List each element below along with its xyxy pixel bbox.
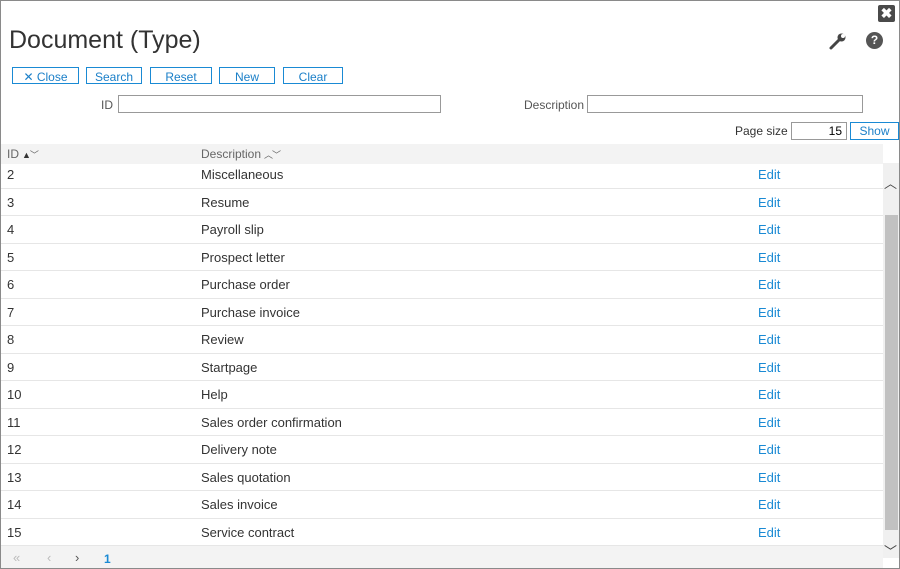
- id-filter-label: ID: [101, 98, 113, 112]
- cell-description: Miscellaneous: [201, 167, 284, 182]
- page-number-current[interactable]: 1: [104, 552, 111, 566]
- table-row: 5 Prospect letter Edit: [1, 244, 883, 271]
- cell-id: 2: [7, 167, 15, 182]
- close-button-label: Close: [36, 70, 68, 84]
- cell-description: Delivery note: [201, 442, 277, 457]
- scrollbar-thumb[interactable]: [885, 215, 898, 530]
- cell-id: 8: [7, 332, 15, 347]
- edit-link[interactable]: Edit: [758, 360, 780, 375]
- edit-link[interactable]: Edit: [758, 387, 780, 402]
- chevron-down-icon[interactable]: ﹀: [884, 541, 897, 560]
- first-page-icon[interactable]: «: [13, 550, 20, 565]
- edit-link[interactable]: Edit: [758, 222, 780, 237]
- edit-link[interactable]: Edit: [758, 442, 780, 457]
- chevron-up-icon[interactable]: ︿: [884, 173, 897, 192]
- edit-link[interactable]: Edit: [758, 332, 780, 347]
- cell-id: 15: [7, 524, 22, 540]
- table-row: 7 Purchase invoice Edit: [1, 299, 883, 326]
- page-size-input[interactable]: [791, 122, 847, 140]
- table-row: 2 Miscellaneous Edit: [1, 161, 883, 189]
- cell-description: Sales invoice: [201, 497, 278, 512]
- cell-id: 11: [7, 414, 21, 430]
- cell-description: Service contract: [201, 524, 295, 540]
- table-row: 6 Purchase order Edit: [1, 271, 883, 299]
- column-header-id[interactable]: ID ▲﹀: [7, 147, 39, 161]
- cell-id: 9: [7, 359, 15, 375]
- next-page-icon[interactable]: ›: [75, 550, 79, 565]
- edit-link[interactable]: Edit: [758, 305, 780, 320]
- description-filter-label: Description: [524, 98, 585, 112]
- sort-icon[interactable]: ▲﹀: [22, 150, 39, 160]
- page-size-label: Page size: [735, 124, 788, 138]
- cell-description: Startpage: [201, 359, 258, 375]
- column-header-description[interactable]: Description ︿﹀: [201, 147, 281, 161]
- table-row: 14 Sales invoice Edit: [1, 491, 883, 519]
- cell-description: Resume: [201, 194, 250, 210]
- table-row: 9 Startpage Edit: [1, 354, 883, 381]
- column-header-id-label: ID: [7, 147, 19, 161]
- show-button[interactable]: Show: [850, 122, 899, 140]
- edit-link[interactable]: Edit: [758, 525, 780, 540]
- edit-link[interactable]: Edit: [758, 167, 780, 182]
- search-button[interactable]: Search: [86, 67, 142, 84]
- cell-id: 10: [7, 387, 22, 402]
- table-row: 8 Review Edit: [1, 326, 883, 354]
- cell-description: Purchase invoice: [201, 304, 300, 320]
- cell-id: 3: [7, 194, 15, 210]
- edit-link[interactable]: Edit: [758, 497, 780, 512]
- cell-id: 13: [7, 469, 22, 485]
- sort-icon[interactable]: ︿﹀: [264, 150, 281, 160]
- cell-id: 12: [7, 442, 22, 457]
- edit-link[interactable]: Edit: [758, 195, 780, 210]
- table-row: 11 Sales order confirmation Edit: [1, 409, 883, 436]
- edit-link[interactable]: Edit: [758, 277, 780, 292]
- column-header-description-label: Description: [201, 147, 262, 161]
- table-body: 2 Miscellaneous Edit 3 Resume Edit 4 Payroll …: [1, 161, 883, 546]
- close-window-icon[interactable]: ✖: [878, 5, 895, 22]
- table-row: 15 Service contract Edit: [1, 519, 883, 546]
- table-row: 13 Sales quotation Edit: [1, 464, 883, 491]
- x-icon: ✕: [23, 70, 37, 84]
- edit-link[interactable]: Edit: [758, 250, 780, 265]
- reset-button[interactable]: Reset: [150, 67, 212, 84]
- table-row: 4 Payroll slip Edit: [1, 216, 883, 244]
- wrench-icon[interactable]: [828, 31, 848, 51]
- cell-description: Review: [201, 332, 244, 347]
- clear-button[interactable]: Clear: [283, 67, 343, 84]
- cell-description: Sales quotation: [201, 469, 291, 485]
- table-row: 10 Help Edit: [1, 381, 883, 409]
- cell-id: 5: [7, 249, 15, 265]
- table-row: 3 Resume Edit: [1, 189, 883, 216]
- cell-description: Payroll slip: [201, 222, 264, 237]
- cell-description: Sales order confirmation: [201, 414, 342, 430]
- description-filter-input[interactable]: [587, 95, 863, 113]
- cell-id: 14: [7, 497, 22, 512]
- edit-link[interactable]: Edit: [758, 415, 780, 430]
- edit-link[interactable]: Edit: [758, 470, 780, 485]
- cell-description: Help: [201, 387, 228, 402]
- cell-id: 7: [7, 304, 15, 320]
- previous-page-icon[interactable]: ‹: [47, 550, 51, 565]
- page-title: Document (Type): [9, 26, 201, 54]
- new-button[interactable]: New: [219, 67, 275, 84]
- help-icon[interactable]: ?: [866, 32, 883, 49]
- cell-description: Purchase order: [201, 277, 290, 292]
- cell-id: 6: [7, 277, 15, 292]
- table-row: 12 Delivery note Edit: [1, 436, 883, 464]
- cell-description: Prospect letter: [201, 249, 285, 265]
- cell-id: 4: [7, 222, 15, 237]
- id-filter-input[interactable]: [118, 95, 441, 113]
- pagination: « ‹ › 1: [1, 546, 883, 568]
- close-button[interactable]: ✕ Close: [12, 67, 79, 84]
